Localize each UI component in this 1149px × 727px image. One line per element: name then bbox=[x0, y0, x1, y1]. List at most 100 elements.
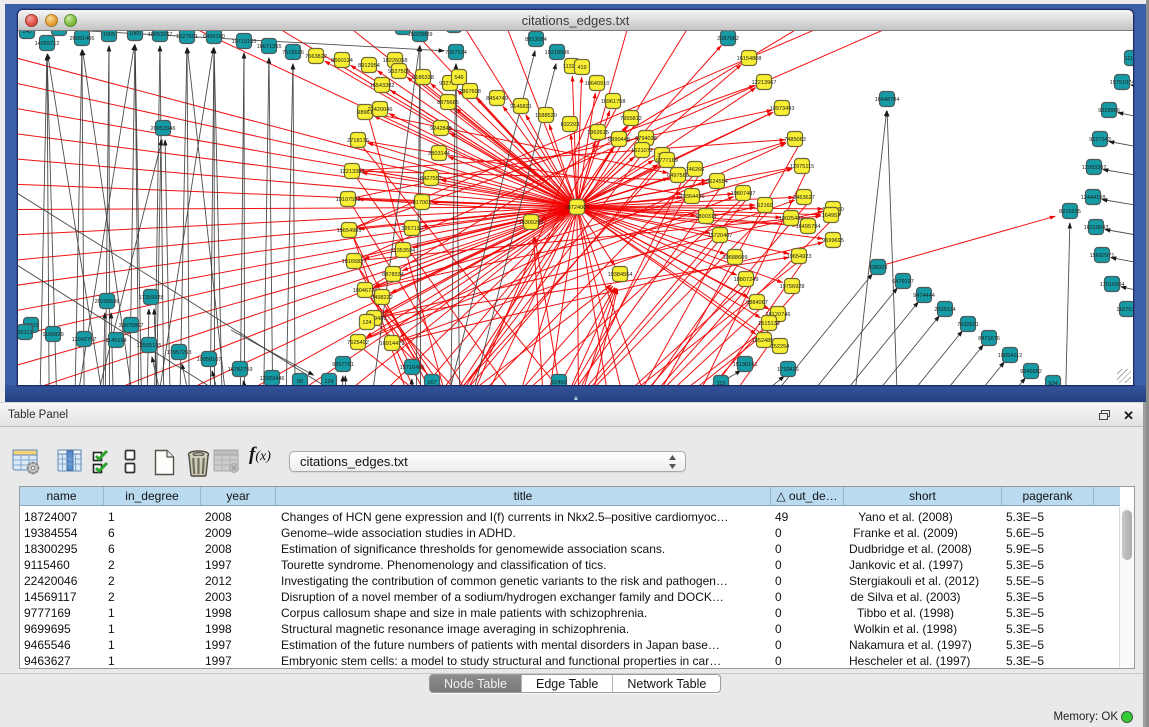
svg-text:252254: 252254 bbox=[771, 344, 790, 350]
svg-text:6479197: 6479197 bbox=[892, 279, 914, 285]
svg-text:12975115: 12975115 bbox=[790, 164, 814, 170]
svg-text:9777169: 9777169 bbox=[656, 158, 678, 164]
svg-text:9327500: 9327500 bbox=[388, 69, 410, 75]
svg-text:3498222: 3498222 bbox=[371, 295, 393, 301]
svg-text:8427552: 8427552 bbox=[420, 176, 442, 182]
svg-text:17016504: 17016504 bbox=[1100, 282, 1125, 288]
svg-text:6466160: 6466160 bbox=[203, 34, 225, 40]
svg-text:22420046: 22420046 bbox=[368, 107, 393, 113]
svg-text:18226058: 18226058 bbox=[383, 58, 408, 64]
svg-text:3624554: 3624554 bbox=[706, 179, 728, 185]
svg-text:9857791: 9857791 bbox=[332, 362, 354, 368]
svg-text:7625402: 7625402 bbox=[347, 340, 369, 346]
svg-text:10973493: 10973493 bbox=[770, 106, 795, 112]
svg-text:2935114: 2935114 bbox=[934, 307, 955, 313]
svg-text:8186328: 8186328 bbox=[412, 75, 434, 81]
svg-text:16782759: 16782759 bbox=[228, 367, 253, 373]
svg-text:1065: 1065 bbox=[103, 32, 115, 38]
svg-text:98: 98 bbox=[297, 379, 303, 385]
svg-text:16543382: 16543382 bbox=[370, 83, 395, 89]
svg-text:19218506: 19218506 bbox=[545, 50, 570, 56]
svg-text:3267110: 3267110 bbox=[401, 226, 422, 232]
svg-text:18640910: 18640910 bbox=[585, 81, 610, 87]
svg-text:832203: 832203 bbox=[561, 122, 580, 128]
svg-text:7357224: 7357224 bbox=[445, 50, 467, 56]
svg-text:938923: 938923 bbox=[869, 265, 888, 271]
svg-text:20206536: 20206536 bbox=[95, 299, 120, 305]
svg-text:746266: 746266 bbox=[686, 167, 705, 173]
svg-text:9227343: 9227343 bbox=[1089, 137, 1111, 143]
svg-text:92450: 92450 bbox=[551, 380, 567, 385]
svg-text:1621072: 1621072 bbox=[631, 148, 653, 154]
svg-text:9146821: 9146821 bbox=[510, 104, 532, 110]
svg-text:10958107: 10958107 bbox=[197, 357, 222, 363]
svg-text:1065: 1065 bbox=[129, 31, 141, 37]
svg-text:8215935: 8215935 bbox=[1059, 209, 1081, 215]
svg-text:124: 124 bbox=[362, 320, 371, 326]
svg-text:7955812: 7955812 bbox=[620, 116, 642, 122]
svg-text:546: 546 bbox=[454, 75, 463, 81]
svg-text:1527601: 1527601 bbox=[176, 34, 198, 40]
svg-text:1167533: 1167533 bbox=[1116, 307, 1133, 313]
svg-text:12505135: 12505135 bbox=[137, 343, 162, 349]
svg-text:2009: 2009 bbox=[53, 31, 65, 32]
svg-text:115: 115 bbox=[717, 381, 726, 385]
svg-text:16033809: 16033809 bbox=[408, 32, 433, 38]
svg-text:11353594: 11353594 bbox=[391, 248, 415, 254]
svg-text:2718176: 2718176 bbox=[347, 138, 369, 144]
svg-text:10688609: 10688609 bbox=[723, 255, 748, 261]
svg-text:1615132: 1615132 bbox=[758, 321, 780, 327]
svg-text:12213383: 12213383 bbox=[340, 169, 365, 175]
svg-text:19384554: 19384554 bbox=[608, 272, 633, 278]
svg-text:9884067: 9884067 bbox=[746, 300, 768, 306]
svg-text:62160: 62160 bbox=[757, 203, 773, 209]
svg-text:15716485: 15716485 bbox=[400, 365, 425, 371]
svg-text:10046728: 10046728 bbox=[353, 288, 378, 294]
svg-text:124: 124 bbox=[324, 379, 333, 385]
svg-text:1588520: 1588520 bbox=[535, 113, 557, 119]
svg-text:30975867: 30975867 bbox=[119, 323, 144, 329]
svg-text:1145194: 1145194 bbox=[105, 338, 126, 344]
svg-text:19654923: 19654923 bbox=[787, 254, 812, 260]
svg-text:10719155: 10719155 bbox=[232, 39, 257, 45]
svg-text:2867608: 2867608 bbox=[459, 89, 481, 95]
svg-text:14055712: 14055712 bbox=[35, 41, 60, 47]
svg-text:11172: 11172 bbox=[1125, 56, 1133, 62]
svg-text:7515526: 7515526 bbox=[282, 50, 304, 56]
svg-text:8878334: 8878334 bbox=[382, 272, 404, 278]
svg-text:10025463: 10025463 bbox=[779, 216, 804, 222]
svg-text:18724007: 18724007 bbox=[565, 205, 590, 211]
svg-text:167: 167 bbox=[427, 380, 436, 385]
svg-text:8660124: 8660124 bbox=[331, 58, 353, 64]
svg-text:8454749: 8454749 bbox=[486, 96, 508, 102]
svg-text:9463627: 9463627 bbox=[793, 195, 815, 201]
svg-text:9245652: 9245652 bbox=[1020, 369, 1042, 375]
svg-text:924: 924 bbox=[1048, 381, 1057, 385]
svg-text:12093382: 12093382 bbox=[1082, 165, 1107, 171]
svg-text:2803144: 2803144 bbox=[428, 151, 450, 157]
svg-text:18300295: 18300295 bbox=[519, 220, 544, 226]
svg-text:10653267: 10653267 bbox=[148, 32, 173, 38]
svg-text:17359928: 17359928 bbox=[139, 295, 164, 301]
svg-text:8912954: 8912954 bbox=[358, 63, 380, 69]
svg-text:419: 419 bbox=[577, 65, 586, 71]
svg-text:12213967: 12213967 bbox=[752, 80, 777, 86]
svg-text:817001: 817001 bbox=[413, 200, 432, 206]
svg-text:16154808: 16154808 bbox=[737, 56, 762, 62]
svg-text:20364436: 20364436 bbox=[680, 194, 705, 200]
svg-text:16648784: 16648784 bbox=[875, 97, 900, 103]
svg-text:7632621: 7632621 bbox=[957, 322, 979, 328]
svg-text:6497568: 6497568 bbox=[667, 173, 689, 179]
svg-text:164957: 164957 bbox=[822, 213, 841, 219]
svg-text:16210643: 16210643 bbox=[1084, 225, 1109, 231]
svg-text:16914479: 16914479 bbox=[380, 341, 405, 347]
svg-text:20053346: 20053346 bbox=[151, 126, 176, 132]
svg-text:9474444: 9474444 bbox=[913, 293, 935, 299]
svg-text:9329966: 9329966 bbox=[1098, 108, 1120, 114]
svg-text:12942757: 12942757 bbox=[72, 337, 97, 343]
svg-text:19756928: 19756928 bbox=[780, 284, 805, 290]
svg-text:15751074: 15751074 bbox=[1110, 80, 1133, 86]
svg-text:16671355: 16671355 bbox=[257, 44, 282, 50]
svg-text:15720407: 15720407 bbox=[708, 233, 733, 239]
svg-text:39113: 39113 bbox=[18, 330, 33, 336]
